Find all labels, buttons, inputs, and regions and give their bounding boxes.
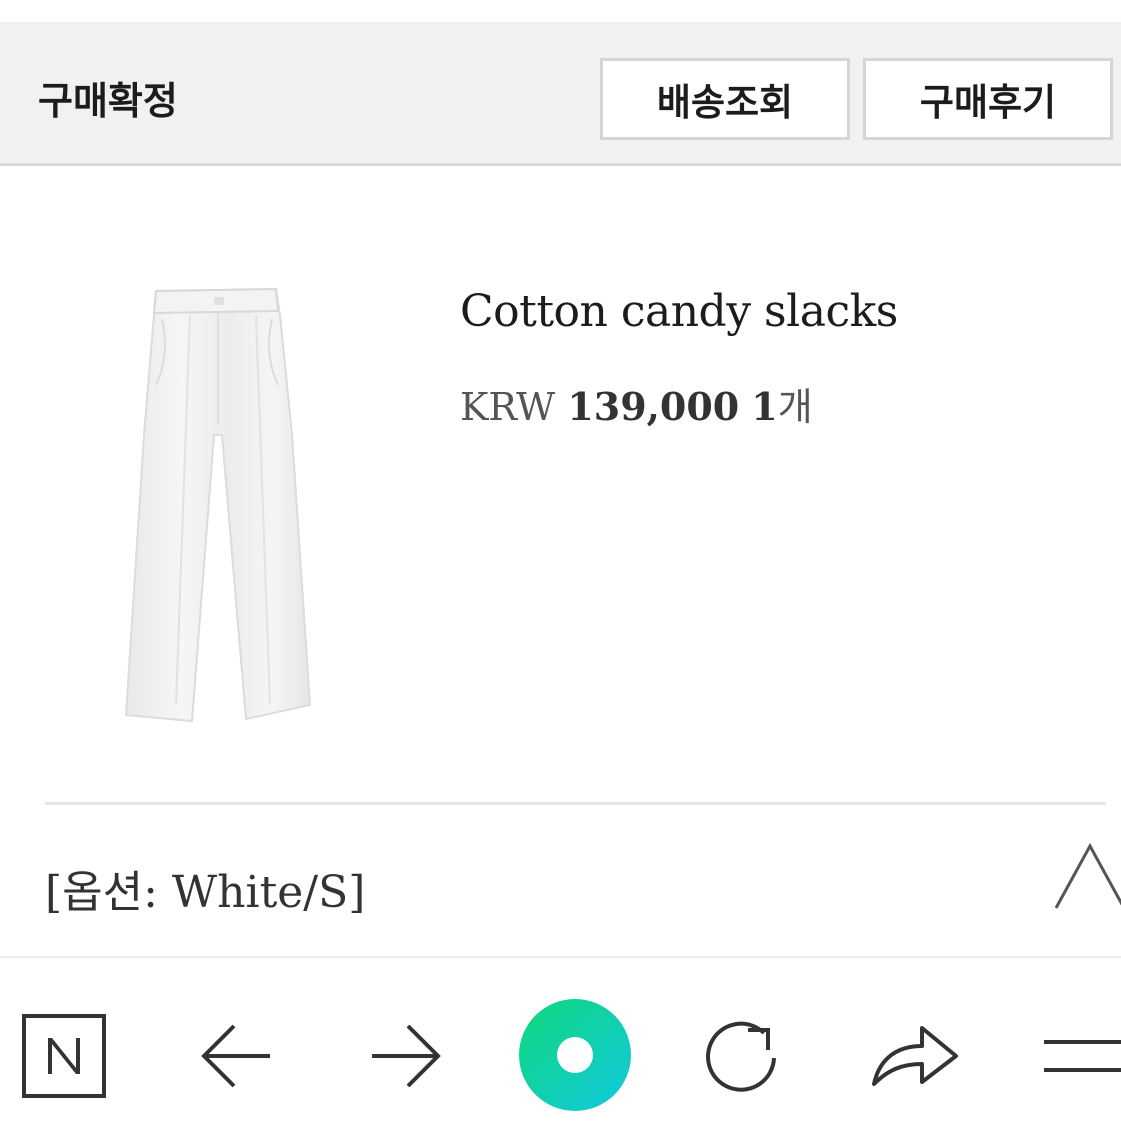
refresh-icon[interactable] [702,1018,784,1096]
menu-icon[interactable] [1044,1038,1121,1074]
browser-nav-bar [0,956,1121,1121]
price-currency: KRW [460,385,556,429]
section-divider [45,802,1106,805]
quantity-unit: 개 [777,385,813,429]
pants-illustration [124,287,312,723]
write-review-button[interactable]: 구매후기 [863,58,1113,140]
price-line: KRW 139,000 1개 [460,376,813,431]
forward-arrow-icon[interactable] [370,1022,442,1090]
tracking-button[interactable]: 배송조회 [600,58,850,140]
quantity-value: 1 [751,384,778,429]
naver-icon[interactable] [22,1014,106,1098]
product-image[interactable] [110,285,330,725]
price-amount: 139,000 [567,384,740,429]
chevron-up-icon[interactable] [1052,838,1121,914]
order-status-label: 구매확정 [38,79,178,123]
home-ring-icon[interactable] [518,998,632,1112]
product-option: [옵션: White/S] [45,867,366,918]
top-margin [0,0,1121,22]
product-name[interactable]: Cotton candy slacks [460,286,898,337]
back-arrow-icon[interactable] [200,1022,272,1090]
share-icon[interactable] [870,1018,960,1092]
order-status-bar: 구매확정 배송조회 구매후기 [0,22,1121,166]
